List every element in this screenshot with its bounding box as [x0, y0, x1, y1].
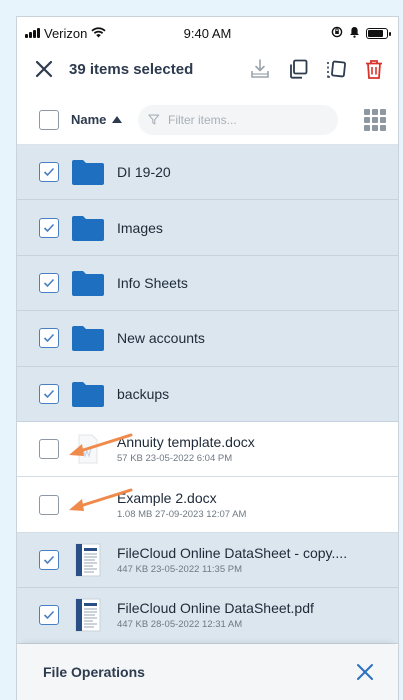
sort-label: Name: [71, 112, 107, 127]
signal-icon: [25, 28, 40, 38]
filter-input[interactable]: [168, 112, 329, 127]
folder-icon: [71, 210, 105, 246]
list-item[interactable]: Annuity template.docx 57 KB 23-05-2022 6…: [17, 422, 398, 478]
selection-count-title: 39 items selected: [69, 60, 194, 78]
close-selection-button[interactable]: [33, 58, 55, 80]
list-item[interactable]: Info Sheets: [17, 255, 398, 312]
grid-view-button[interactable]: [364, 108, 386, 131]
move-icon: [327, 60, 346, 78]
delete-icon: [366, 60, 382, 79]
move-button[interactable]: [324, 57, 348, 81]
folder-icon: [71, 320, 105, 356]
pdf-thumbnail-icon: [71, 597, 105, 633]
item-checkbox[interactable]: [39, 162, 59, 183]
checkmark-icon: [43, 168, 55, 177]
status-right: [331, 26, 391, 41]
list-header: Name: [17, 95, 398, 145]
item-checkbox[interactable]: [39, 605, 59, 626]
folder-icon: [71, 154, 105, 190]
sheet-title: File Operations: [43, 664, 145, 680]
document-icon: [71, 431, 105, 467]
delete-button[interactable]: [362, 57, 386, 81]
checkmark-icon: [43, 555, 55, 565]
item-name: Images: [117, 219, 163, 236]
carrier-label: Verizon: [44, 25, 88, 41]
battery-icon: [366, 27, 391, 39]
item-name: FileCloud Online DataSheet.pdf: [117, 600, 314, 617]
checkmark-icon: [43, 223, 55, 232]
file-operations-sheet[interactable]: File Operations: [17, 644, 398, 700]
copy-button[interactable]: [286, 57, 310, 81]
item-text: Annuity template.docx 57 KB 23-05-2022 6…: [117, 434, 255, 464]
item-text: FileCloud Online DataSheet.pdf 447 KB 28…: [117, 600, 314, 630]
document-icon: [71, 487, 105, 523]
status-left: Verizon: [25, 26, 106, 41]
close-icon: [35, 60, 53, 78]
item-checkbox[interactable]: [39, 272, 59, 293]
item-checkbox[interactable]: [39, 217, 59, 238]
list-item[interactable]: Images: [17, 200, 398, 256]
item-text: DI 19-20: [117, 164, 171, 180]
item-name: DI 19-20: [117, 164, 171, 181]
item-name: Example 2.docx: [117, 489, 217, 506]
sort-by-name-button[interactable]: Name: [71, 112, 123, 127]
folder-icon: [71, 376, 105, 412]
list-item[interactable]: FileCloud Online DataSheet.pdf 447 KB 28…: [17, 588, 398, 644]
close-sheet-button[interactable]: [354, 661, 376, 683]
orientation-lock-icon: [331, 26, 343, 41]
sort-ascending-icon: [112, 116, 123, 123]
item-meta: 447 KB 23-05-2022 11:35 PM: [117, 563, 242, 575]
checkmark-icon: [43, 334, 55, 343]
download-icon: [251, 59, 269, 78]
item-text: New accounts: [117, 330, 205, 346]
item-meta: 447 KB 28-05-2022 12:31 AM: [117, 619, 243, 631]
item-name: FileCloud Online DataSheet - copy....: [117, 544, 348, 561]
alarm-icon: [349, 26, 360, 41]
filter-box[interactable]: [138, 104, 339, 135]
checkmark-icon: [43, 611, 55, 620]
pdf-thumbnail-icon: [71, 542, 105, 578]
item-text: Example 2.docx 1.08 MB 27-09-2023 12:07 …: [117, 490, 246, 520]
status-bar: Verizon 9:40 AM: [17, 17, 398, 49]
filter-icon: [148, 114, 160, 125]
list-item[interactable]: backups: [17, 366, 398, 422]
item-checkbox[interactable]: [39, 328, 59, 349]
item-name: backups: [117, 385, 170, 402]
list-item[interactable]: Example 2.docx 1.08 MB 27-09-2023 12:07 …: [17, 477, 398, 533]
item-text: FileCloud Online DataSheet - copy.... 44…: [117, 545, 347, 575]
item-checkbox[interactable]: [39, 439, 59, 460]
item-name: Annuity template.docx: [117, 434, 255, 451]
select-all-checkbox[interactable]: [39, 109, 59, 130]
copy-icon: [290, 59, 308, 79]
list-item[interactable]: New accounts: [17, 311, 398, 367]
item-checkbox[interactable]: [39, 549, 59, 570]
selection-actions: [248, 57, 386, 81]
folder-icon: [71, 265, 105, 301]
list-item[interactable]: FileCloud Online DataSheet - copy.... 44…: [17, 532, 398, 589]
checkmark-icon: [43, 389, 55, 398]
item-meta: 1.08 MB 27-09-2023 12:07 AM: [117, 508, 247, 520]
close-icon: [357, 664, 373, 680]
item-name: Info Sheets: [117, 274, 188, 291]
app-screen: Verizon 9:40 AM 39 items selected Name F…: [16, 16, 399, 700]
item-text: backups: [117, 386, 169, 402]
file-list: DI 19-20 Images Info Sheets New accounts: [17, 145, 398, 644]
item-checkbox[interactable]: [39, 383, 59, 404]
item-meta: 57 KB 23-05-2022 6:04 PM: [117, 453, 233, 465]
item-text: Info Sheets: [117, 275, 188, 291]
item-name: New accounts: [117, 330, 205, 347]
item-checkbox[interactable]: [39, 494, 59, 515]
download-button[interactable]: [248, 57, 272, 81]
wifi-icon: [91, 26, 106, 41]
checkmark-icon: [43, 278, 55, 288]
list-item[interactable]: DI 19-20: [17, 145, 398, 201]
item-text: Images: [117, 220, 163, 236]
selection-bar: 39 items selected: [17, 49, 398, 89]
